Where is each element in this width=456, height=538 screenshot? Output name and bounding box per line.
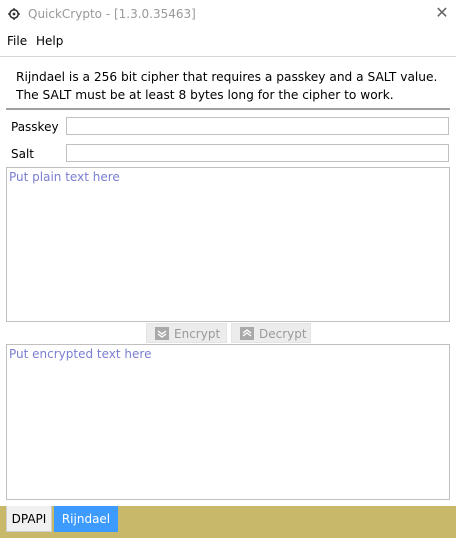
menu-help[interactable]: Help — [36, 34, 63, 48]
decrypt-button[interactable]: Decrypt — [231, 323, 311, 343]
passkey-input[interactable] — [66, 117, 449, 135]
decrypt-label: Decrypt — [259, 327, 307, 341]
passkey-label: Passkey — [11, 120, 59, 134]
tab-dpapi[interactable]: DPAPI — [6, 506, 52, 532]
decrypt-icon — [240, 327, 254, 340]
window-title: QuickCrypto - [1.3.0.35463] — [28, 7, 196, 21]
cipher-description: Rijndael is a 256 bit cipher that requir… — [16, 70, 438, 102]
encrypt-label: Encrypt — [174, 327, 221, 341]
encrypt-button[interactable]: Encrypt — [146, 323, 227, 343]
plain-text-area[interactable] — [6, 167, 450, 322]
encrypted-text-area[interactable] — [6, 344, 450, 500]
encrypt-icon — [155, 327, 169, 340]
tab-rijndael-label: Rijndael — [61, 512, 111, 526]
title-bar: QuickCrypto - [1.3.0.35463] ✕ — [0, 0, 456, 28]
menu-divider — [0, 56, 456, 57]
menu-file[interactable]: File — [7, 34, 27, 48]
salt-input[interactable] — [66, 144, 449, 162]
salt-label: Salt — [11, 147, 35, 161]
description-separator — [6, 108, 450, 110]
tab-rijndael[interactable]: Rijndael — [54, 506, 118, 532]
tab-dpapi-label: DPAPI — [11, 512, 47, 526]
close-button[interactable]: ✕ — [428, 0, 456, 28]
app-gear-icon — [8, 8, 20, 20]
tab-bar: DPAPI Rijndael — [0, 506, 456, 538]
